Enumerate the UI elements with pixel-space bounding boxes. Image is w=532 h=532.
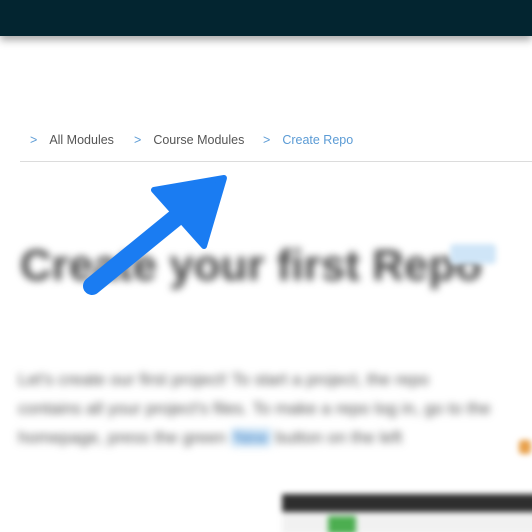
intro-paragraph: Let's create our first project! To start… — [18, 365, 532, 452]
thumbnail-header — [282, 494, 532, 512]
breadcrumb-label: Course Modules — [153, 133, 245, 147]
new-button-reference: New — [230, 428, 271, 447]
paragraph-line: Let's create our first project! To start… — [18, 370, 430, 389]
breadcrumb-label: Create Repo — [282, 133, 354, 147]
paragraph-text: homepage, press the green — [18, 428, 226, 447]
page: > All Modules > Course Modules > Create Rep… — [0, 0, 532, 532]
breadcrumb-item-course-modules[interactable]: > Course Modules — [134, 133, 244, 147]
paragraph-text: button on the left — [275, 428, 403, 447]
paragraph-line: homepage, press the green New button on … — [18, 423, 532, 452]
thumbnail-green-button — [328, 516, 356, 532]
arrow-shaft — [83, 202, 193, 295]
title-badge — [450, 244, 496, 264]
breadcrumb-separator: > — [30, 133, 38, 147]
inline-badge — [519, 440, 531, 454]
arrow-pointer-icon — [83, 175, 227, 295]
breadcrumb: > All Modules > Course Modules > Create Rep… — [0, 131, 532, 151]
breadcrumb-item-all-modules[interactable]: > All Modules — [30, 133, 114, 147]
breadcrumb-separator: > — [134, 133, 142, 147]
breadcrumb-divider — [20, 161, 532, 162]
breadcrumb-label: All Modules — [49, 133, 114, 147]
breadcrumb-separator: > — [263, 133, 271, 147]
screenshot-thumbnail — [282, 494, 532, 532]
top-navigation-bar — [0, 0, 532, 36]
paragraph-line: contains all your project's files. To ma… — [18, 399, 491, 418]
breadcrumb-item-create-repo[interactable]: > Create Repo — [263, 133, 353, 147]
